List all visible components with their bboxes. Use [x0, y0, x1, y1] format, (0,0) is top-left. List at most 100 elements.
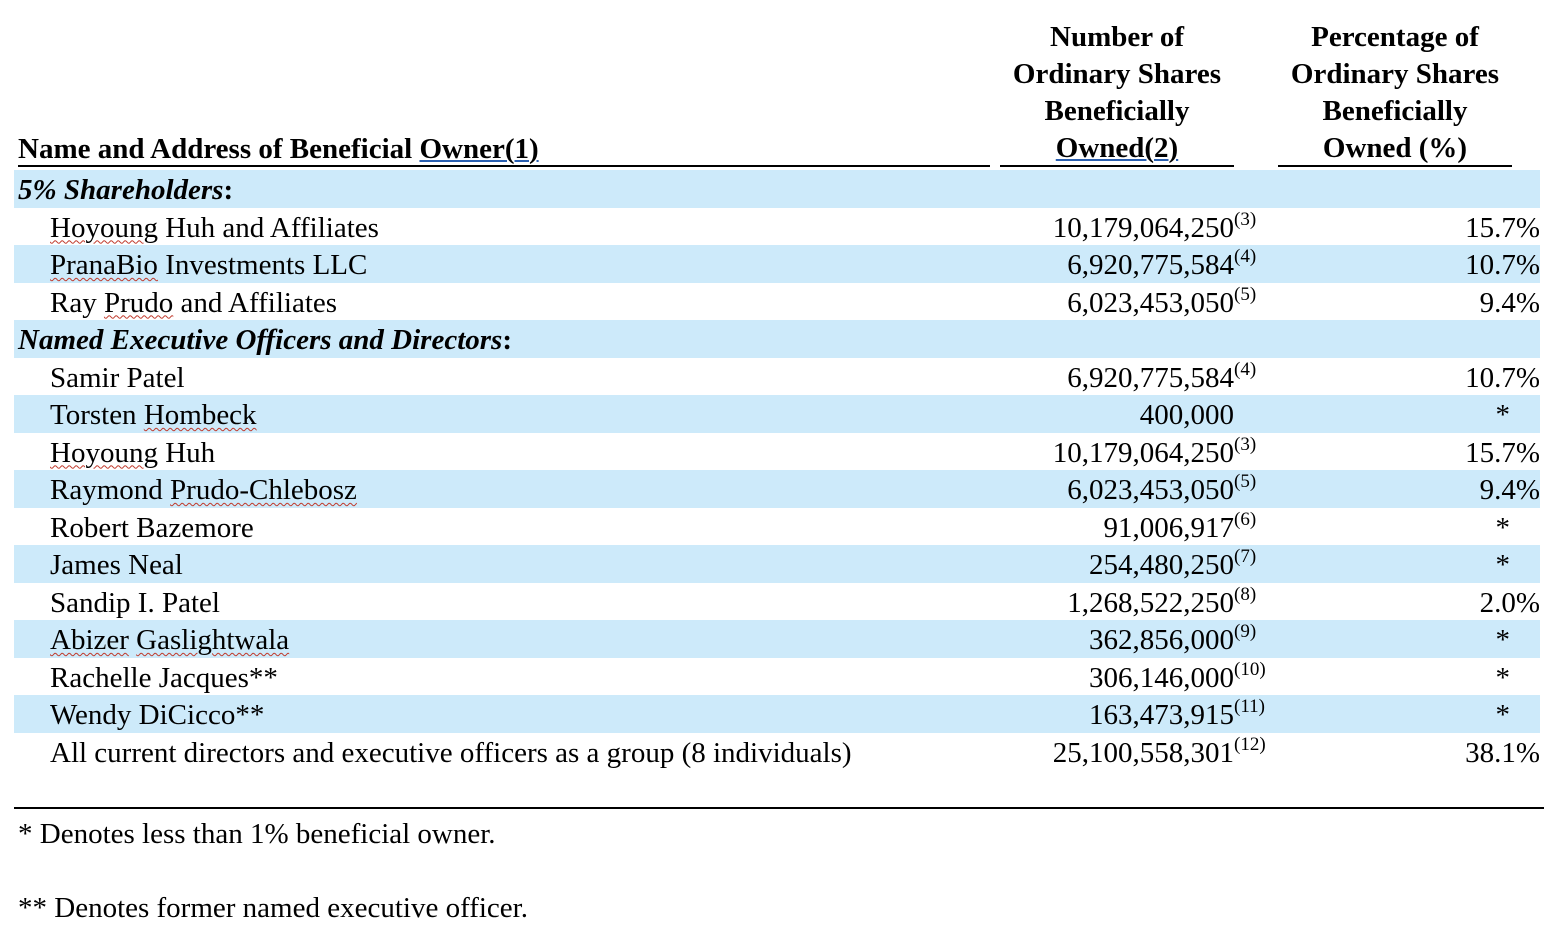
- owner-name-part: Hoyoung: [50, 211, 158, 244]
- percentage-owned: 10.7%: [1465, 361, 1540, 394]
- header-number-of-shares: Number of Ordinary Shares Beneficially O…: [1000, 19, 1234, 167]
- footnote-reference: (5): [1234, 471, 1257, 492]
- owner-name-part: All current directors and executive offi…: [50, 736, 852, 769]
- percentage-owned: 10.7%: [1465, 249, 1540, 281]
- shares-owned: 400,000: [1140, 398, 1234, 432]
- shares-owned: 6,023,453,050 (5): [1067, 472, 1256, 507]
- header-name-address: Name and Address of Beneficial Owner(1): [18, 131, 539, 168]
- header-name-owner: Owner(1): [419, 133, 539, 165]
- shares-value: 6,023,453,050: [1067, 474, 1234, 506]
- owner-name: Wendy DiCicco**: [50, 698, 264, 732]
- table-row: Samir Patel 6,920,775,584 (4) 10.7%: [14, 358, 1540, 396]
- shares-value: 25,100,558,301: [1052, 736, 1234, 769]
- owner-name-part: Prudo: [103, 286, 174, 319]
- percentage-owned: 15.7%: [1465, 211, 1540, 244]
- footnote-reference: (12): [1234, 733, 1266, 755]
- ownership-table: 5% Shareholders: Hoyoung Huh and Affiliat…: [14, 170, 1540, 770]
- shares-owned: 1,268,522,250 (8): [1067, 584, 1256, 620]
- percentage-owned: *: [1495, 511, 1511, 544]
- owner-name: Sandip I. Patel: [50, 586, 220, 620]
- shares-value: 10,179,064,250: [1052, 211, 1234, 244]
- shares-value: 10,179,064,250: [1052, 436, 1234, 469]
- shares-value: 6,920,775,584: [1067, 249, 1234, 281]
- percentage-owned: 38.1%: [1465, 736, 1540, 769]
- shares-value: 1,268,522,250: [1067, 586, 1234, 619]
- shares-owned: 25,100,558,301 (12): [1052, 734, 1266, 770]
- owner-name-part: Gaslightwala: [136, 624, 290, 656]
- owner-name: Samir Patel: [50, 361, 185, 395]
- section-header-row: 5% Shareholders:: [14, 170, 1540, 208]
- header-shares-line-2: Ordinary Shares: [1012, 58, 1222, 90]
- owner-name-part: Hombeck: [143, 399, 257, 431]
- section-label-text: 5% Shareholders: [18, 174, 224, 206]
- table-row: All current directors and executive offi…: [14, 733, 1540, 771]
- percentage-owned: 15.7%: [1465, 436, 1540, 469]
- shares-owned: 10,179,064,250 (3): [1052, 209, 1256, 245]
- shares-value: 163,473,915: [1089, 699, 1234, 731]
- owner-name-part: Samir Patel: [50, 361, 185, 394]
- owner-name-part: Wendy DiCicco**: [50, 699, 265, 731]
- shares-owned: 163,473,915 (11): [1089, 697, 1265, 732]
- owner-name-part: PranaBio: [50, 249, 158, 281]
- owner-name: Hoyoung Huh and Affiliates: [50, 211, 379, 245]
- owner-name: Robert Bazemore: [50, 511, 254, 545]
- owner-name-part: Investments LLC: [157, 249, 368, 281]
- section-label: 5% Shareholders:: [18, 173, 233, 207]
- shares-owned: 91,006,917 (6): [1103, 509, 1257, 545]
- table-row: Raymond Prudo-Chlebosz 6,023,453,050 (5) 9.…: [14, 470, 1540, 508]
- owner-name-part: Hoyoung: [50, 436, 158, 469]
- owner-name: Raymond Prudo-Chlebosz: [50, 473, 357, 507]
- section-label-colon: :: [502, 324, 513, 356]
- table-row: Wendy DiCicco** 163,473,915 (11) *: [14, 695, 1540, 733]
- percentage-owned: 9.4%: [1479, 474, 1540, 506]
- shares-owned: 6,920,775,584 (4): [1067, 247, 1256, 282]
- header-rule-shares: [1000, 165, 1234, 167]
- shares-value: 400,000: [1139, 399, 1234, 431]
- footnote-reference: (7): [1234, 546, 1257, 567]
- owner-name-part: Raymond: [50, 474, 171, 506]
- owner-name-part: James Neal: [50, 549, 183, 581]
- owner-name-part: Robert Bazemore: [50, 511, 254, 544]
- table-row: Sandip I. Patel 1,268,522,250 (8) 2.0%: [14, 583, 1540, 621]
- footnote-reference: (4): [1234, 246, 1257, 267]
- footnote-single-star: * Denotes less than 1% beneficial owner.: [18, 818, 496, 850]
- percentage-owned: *: [1495, 624, 1511, 656]
- footnote-reference: (8): [1234, 583, 1257, 605]
- owner-name-part: Abizer: [50, 624, 129, 656]
- footnote-reference: (3): [1234, 433, 1257, 455]
- footnote-double-star: ** Denotes former named executive office…: [18, 892, 528, 924]
- section-label: Named Executive Officers and Directors:: [18, 323, 512, 357]
- shares-value: 362,856,000: [1089, 624, 1234, 656]
- table-row: Robert Bazemore 91,006,917 (6) *: [14, 508, 1540, 546]
- header-shares-line-3: Beneficially: [1044, 95, 1190, 127]
- percentage-owned: *: [1495, 399, 1511, 431]
- header-shares-line-1: Number of: [1050, 21, 1184, 53]
- percentage-owned: *: [1495, 661, 1511, 694]
- header-pct-line-1: Percentage of: [1311, 21, 1479, 53]
- footnote-reference: (5): [1234, 283, 1257, 305]
- shares-value: 91,006,917: [1103, 511, 1235, 544]
- shares-value: 306,146,000: [1089, 661, 1234, 694]
- owner-name-part: Huh and Affiliates: [157, 211, 379, 244]
- footnote-reference: (9): [1234, 621, 1257, 642]
- footnote-reference: (11): [1234, 696, 1265, 717]
- shares-owned: 6,920,775,584 (4): [1067, 359, 1256, 395]
- shares-value: 254,480,250: [1089, 549, 1234, 581]
- owner-name: Torsten Hombeck: [50, 398, 257, 432]
- owner-name-part: Huh: [157, 436, 216, 469]
- section-label-colon: :: [223, 174, 234, 206]
- shares-value: 6,023,453,050: [1067, 286, 1234, 319]
- shares-owned: 10,179,064,250 (3): [1052, 434, 1256, 470]
- percentage-owned: 9.4%: [1479, 286, 1540, 319]
- percentage-owned: *: [1495, 699, 1511, 731]
- owner-name: PranaBio Investments LLC: [50, 248, 367, 282]
- header-name-text: Name and Address of Beneficial: [18, 133, 420, 165]
- percentage-owned: *: [1495, 549, 1511, 581]
- footnote-reference: (4): [1234, 358, 1257, 380]
- shares-owned: 6,023,453,050 (5): [1067, 284, 1256, 320]
- shares-owned: 362,856,000 (9): [1089, 622, 1256, 657]
- header-percentage: Percentage of Ordinary Shares Beneficial…: [1278, 19, 1512, 167]
- owner-name: James Neal: [50, 548, 183, 582]
- footnote-reference: (10): [1234, 658, 1266, 680]
- owner-name-part: and Affiliates: [173, 286, 338, 319]
